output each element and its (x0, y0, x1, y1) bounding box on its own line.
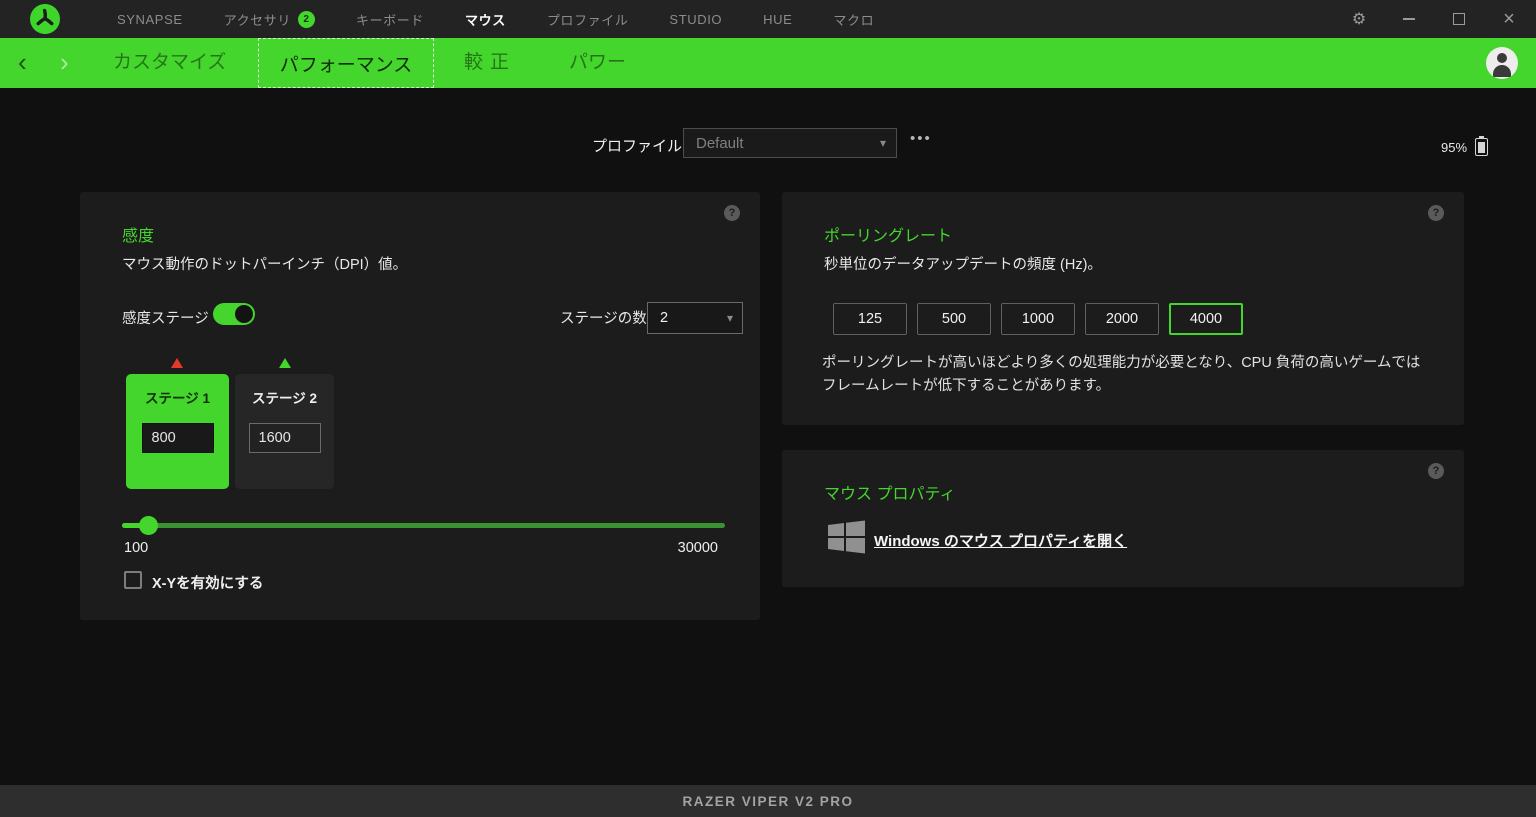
stage-1-label: ステージ 1 (145, 391, 210, 406)
help-icon[interactable]: ? (724, 205, 740, 221)
nav-label: SYNAPSE (117, 11, 183, 27)
nav-label: プロファイル (546, 12, 629, 28)
profile-label: プロファイル (592, 138, 683, 155)
titlebar: SYNAPSE アクセサリ 2 キーボード マウス プロファイル STUDIO H… (0, 0, 1536, 38)
polling-rate-2000-button[interactable]: 2000 (1085, 303, 1159, 335)
battery-fill (1478, 142, 1485, 153)
nav-label: STUDIO (669, 11, 723, 27)
chevron-down-icon: ▾ (879, 136, 886, 150)
maximize-button[interactable] (1442, 0, 1476, 38)
avatar-body-icon (1493, 65, 1511, 77)
nav-label: マクロ (833, 12, 875, 28)
windows-logo-icon (828, 520, 865, 554)
chevron-down-icon: ▾ (726, 311, 733, 325)
stage-count-value: 2 (660, 310, 669, 326)
nav-tab-profiles[interactable]: プロファイル (547, 10, 629, 29)
top-nav: SYNAPSE アクセサリ 2 キーボード マウス プロファイル STUDIO H… (117, 0, 874, 38)
mouse-properties-panel: ? マウス プロパティ Windows のマウス プロパティを開く (782, 450, 1464, 587)
dpi-slider-max-label: 30000 (677, 540, 718, 556)
nav-tab-studio[interactable]: STUDIO (669, 12, 722, 27)
polling-rate-1000-button[interactable]: 1000 (1001, 303, 1075, 335)
nav-tab-synapse[interactable]: SYNAPSE (117, 12, 183, 27)
help-icon[interactable]: ? (1428, 463, 1444, 479)
minimize-button[interactable] (1392, 0, 1426, 38)
sensitivity-stages-toggle[interactable] (213, 303, 255, 325)
nav-label: アクセサリ (223, 12, 291, 28)
minimize-icon (1403, 18, 1415, 20)
help-icon[interactable]: ? (1428, 205, 1444, 221)
forward-arrow-icon[interactable]: › (60, 38, 69, 88)
stage-2-dpi-input[interactable] (248, 423, 321, 453)
stage-count-label: ステージの数 (560, 311, 647, 327)
nav-tab-accessories[interactable]: アクセサリ 2 (224, 10, 315, 29)
nav-label: キーボード (355, 12, 424, 28)
avatar-head-icon (1497, 53, 1507, 63)
stage-count-dropdown[interactable]: 2 ▾ (647, 302, 743, 334)
dpi-slider-min-label: 100 (124, 540, 149, 556)
dpi-slider-track[interactable] (122, 523, 725, 528)
stage2-marker-icon (279, 358, 291, 368)
battery-percent: 95% (1441, 140, 1468, 155)
battery-nub (1479, 136, 1484, 138)
polling-rate-125-button[interactable]: 125 (833, 303, 907, 335)
device-name: RAZER VIPER V2 PRO (682, 793, 854, 809)
tab-performance[interactable]: パフォーマンス (258, 38, 434, 88)
toggle-knob (235, 305, 253, 323)
polling-rate-4000-button[interactable]: 4000 (1169, 303, 1243, 335)
xy-enable-label: X-Yを有効にする (152, 576, 264, 592)
nav-label: HUE (763, 11, 793, 27)
nav-tab-mouse[interactable]: マウス (465, 10, 506, 29)
profile-selected-value: Default (696, 134, 744, 152)
open-windows-mouse-properties-link[interactable]: Windows のマウス プロパティを開く (874, 530, 1127, 551)
tab-customize[interactable]: カスタマイズ (113, 38, 226, 88)
razer-logo-icon[interactable] (30, 4, 60, 34)
sensitivity-stages-label: 感度ステージ (122, 311, 209, 327)
sensitivity-panel: ? 感度 マウス動作のドットパーインチ（DPI）値。 感度ステージ ステージの数… (80, 192, 760, 620)
stage-card-2[interactable]: ステージ 2 (235, 374, 334, 489)
device-subnav: ‹ › カスタマイズ パフォーマンス 較正 パワー (0, 38, 1536, 88)
profile-more-button[interactable]: ••• (910, 130, 932, 147)
mouse-properties-title: マウス プロパティ (824, 486, 956, 503)
tab-calibration[interactable]: 較正 (464, 38, 516, 88)
profile-dropdown[interactable]: Default ▾ (683, 128, 897, 158)
polling-rate-500-button[interactable]: 500 (917, 303, 991, 335)
accessories-count-badge: 2 (297, 10, 315, 28)
nav-tab-macro[interactable]: マクロ (833, 10, 874, 29)
maximize-icon (1453, 13, 1465, 25)
nav-label: マウス (465, 12, 506, 28)
xy-enable-checkbox[interactable] (124, 571, 142, 589)
back-arrow-icon[interactable]: ‹ (18, 38, 27, 88)
user-avatar[interactable] (1486, 47, 1518, 79)
window-controls: ⚙ × (1326, 0, 1526, 38)
dpi-slider-thumb[interactable] (139, 516, 158, 535)
polling-rate-panel: ? ポーリングレート 秒単位のデータアップデートの頻度 (Hz)。 125 50… (782, 192, 1464, 425)
polling-note: ポーリングレートが高いほどより多くの処理能力が必要となり、CPU 負荷の高いゲー… (822, 355, 1421, 394)
stage-card-1[interactable]: ステージ 1 (126, 374, 229, 489)
battery-icon (1475, 136, 1488, 156)
sensitivity-description: マウス動作のドットパーインチ（DPI）値。 (122, 257, 408, 273)
close-button[interactable]: × (1492, 0, 1526, 38)
stage-2-label: ステージ 2 (252, 391, 317, 406)
tab-power[interactable]: パワー (569, 38, 626, 88)
stage1-marker-icon (171, 358, 183, 368)
settings-gear-icon[interactable]: ⚙ (1342, 0, 1376, 38)
polling-description: 秒単位のデータアップデートの頻度 (Hz)。 (824, 257, 1102, 273)
nav-tab-hue[interactable]: HUE (763, 12, 792, 27)
nav-tab-keyboard[interactable]: キーボード (356, 10, 424, 29)
stage-1-dpi-input[interactable] (141, 423, 214, 453)
device-footer: RAZER VIPER V2 PRO (0, 785, 1536, 817)
polling-title: ポーリングレート (824, 228, 953, 245)
sensitivity-title: 感度 (122, 228, 155, 245)
